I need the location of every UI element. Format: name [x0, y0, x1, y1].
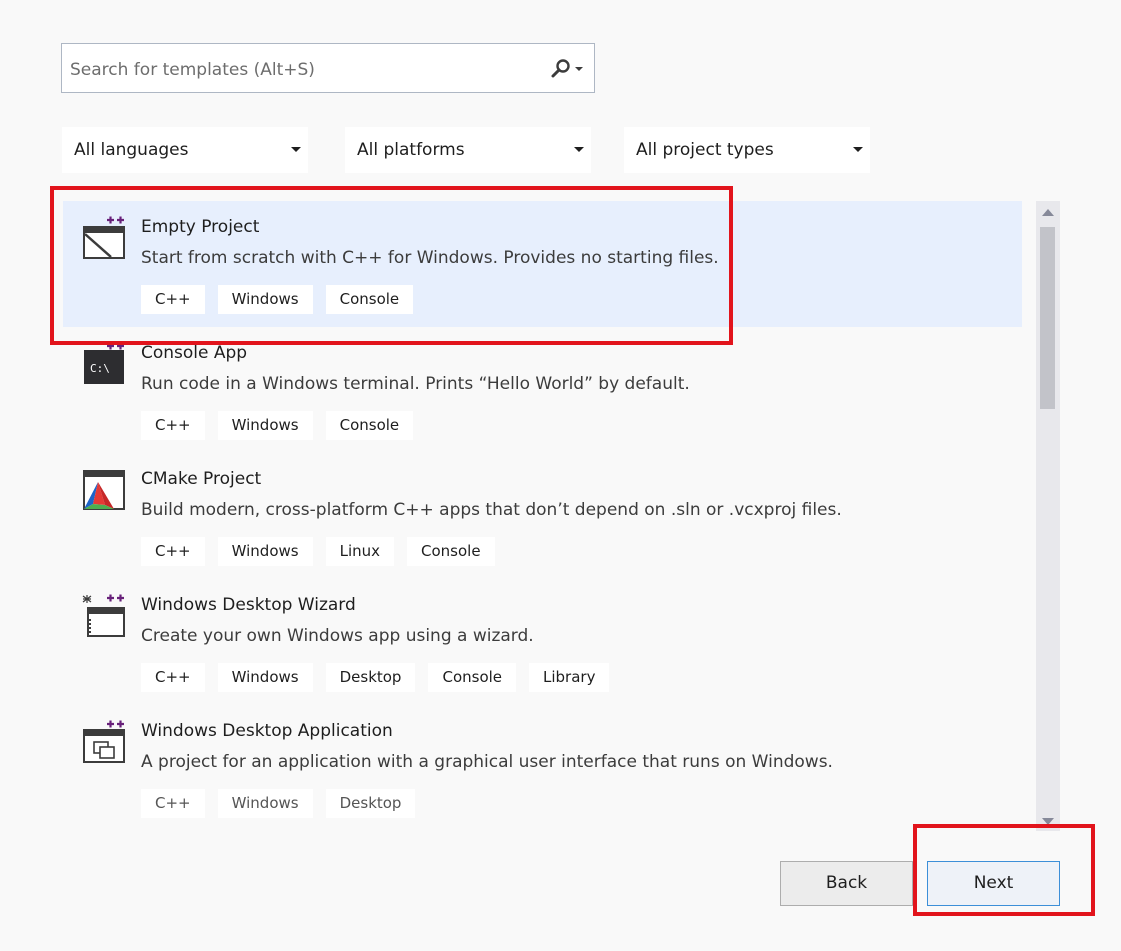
- tag-desktop: Desktop: [325, 663, 416, 692]
- language-filter-dropdown[interactable]: All languages: [62, 127, 308, 173]
- tag-console: Console: [325, 411, 414, 440]
- template-tags: C++ Windows Console: [141, 285, 414, 314]
- tag-windows: Windows: [217, 663, 313, 692]
- tag-console: Console: [428, 663, 517, 692]
- tag-windows: Windows: [217, 789, 313, 818]
- template-tags: C++ Windows Desktop: [141, 789, 416, 818]
- tag-cpp: C++: [141, 789, 205, 818]
- tag-cpp: C++: [141, 411, 205, 440]
- tag-library: Library: [529, 663, 610, 692]
- tag-windows: Windows: [217, 411, 313, 440]
- template-title: Windows Desktop Wizard: [141, 595, 356, 615]
- template-list-scrollbar[interactable]: [1036, 201, 1060, 831]
- cmake-icon: [83, 470, 125, 510]
- template-item-console-app[interactable]: C:\ Console App Run code in a Windows te…: [63, 327, 1022, 453]
- template-description: Run code in a Windows terminal. Prints “…: [141, 374, 690, 394]
- template-description: A project for an application with a grap…: [141, 752, 833, 772]
- template-title: Empty Project: [141, 217, 260, 237]
- template-item-empty-project[interactable]: Empty Project Start from scratch with C+…: [63, 201, 1022, 327]
- template-description: Create your own Windows app using a wiza…: [141, 626, 534, 646]
- template-title: CMake Project: [141, 469, 262, 489]
- tag-cpp: C++: [141, 285, 205, 314]
- template-search-input[interactable]: [68, 55, 542, 85]
- template-description: Build modern, cross-platform C++ apps th…: [141, 500, 842, 520]
- template-description: Start from scratch with C++ for Windows.…: [141, 248, 719, 268]
- back-button[interactable]: Back: [780, 861, 913, 906]
- scroll-down-arrow-icon[interactable]: [1042, 818, 1054, 825]
- tag-console: Console: [325, 285, 414, 314]
- empty-project-icon: [83, 216, 125, 259]
- tag-console: Console: [407, 537, 495, 566]
- template-item-windows-desktop-application[interactable]: Windows Desktop Application A project fo…: [63, 705, 1022, 831]
- template-tags: C++ Windows Linux Console: [141, 537, 495, 566]
- template-item-windows-desktop-wizard[interactable]: Windows Desktop Wizard Create your own W…: [63, 579, 1022, 705]
- caret-down-icon: [853, 147, 863, 152]
- scrollbar-thumb[interactable]: [1040, 227, 1055, 409]
- template-title: Console App: [141, 343, 248, 363]
- caret-down-icon: [574, 147, 584, 152]
- platform-filter-dropdown[interactable]: All platforms: [345, 127, 591, 173]
- language-filter-label: All languages: [74, 140, 189, 160]
- template-tags: C++ Windows Console: [141, 411, 414, 440]
- scroll-up-arrow-icon[interactable]: [1042, 209, 1054, 216]
- template-tags: C++ Windows Desktop Console Library: [141, 663, 610, 692]
- template-list[interactable]: Empty Project Start from scratch with C+…: [63, 201, 1023, 831]
- caret-down-icon: [291, 147, 301, 152]
- project-type-filter-dropdown[interactable]: All project types: [624, 127, 870, 173]
- desktop-application-icon: [83, 720, 125, 763]
- template-title: Windows Desktop Application: [141, 721, 393, 741]
- next-button[interactable]: Next: [927, 861, 1060, 906]
- tag-desktop: Desktop: [325, 789, 416, 818]
- svg-text:C:\: C:\: [90, 362, 110, 375]
- project-type-filter-label: All project types: [636, 140, 774, 160]
- template-search-box[interactable]: [61, 43, 595, 93]
- tag-cpp: C++: [141, 537, 205, 566]
- tag-windows: Windows: [217, 537, 313, 566]
- tag-windows: Windows: [217, 285, 313, 314]
- desktop-wizard-icon: [82, 594, 125, 637]
- template-item-cmake-project[interactable]: CMake Project Build modern, cross-platfo…: [63, 453, 1022, 579]
- tag-linux: Linux: [325, 537, 395, 566]
- search-icon[interactable]: [548, 58, 588, 80]
- tag-cpp: C++: [141, 663, 205, 692]
- console-app-icon: C:\: [84, 342, 124, 384]
- platform-filter-label: All platforms: [357, 140, 465, 160]
